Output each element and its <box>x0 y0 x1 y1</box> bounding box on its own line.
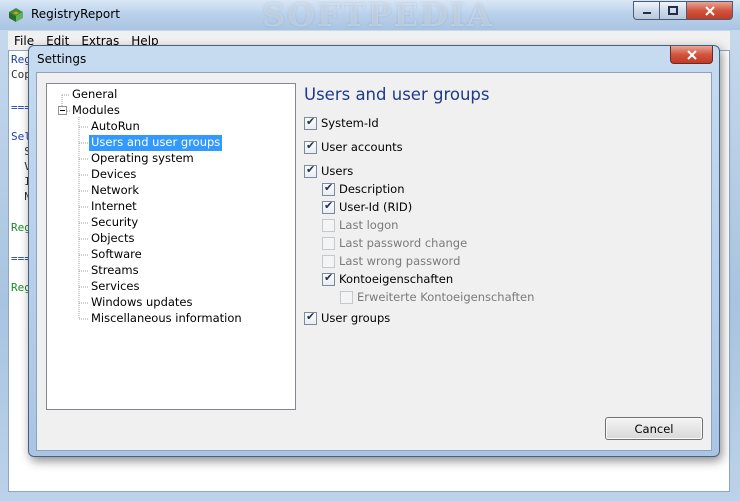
dialog-title-bar[interactable]: Settings <box>29 46 719 72</box>
tree-item-autorun[interactable]: AutoRun <box>89 119 142 135</box>
tree-connector-lines <box>61 94 88 320</box>
tree-item-operating-system[interactable]: Operating system <box>89 151 196 167</box>
option-user-id-rid[interactable]: User-Id (RID) <box>322 199 412 215</box>
tree-item-internet[interactable]: Internet <box>89 199 139 215</box>
option-label: Last wrong password <box>339 254 461 268</box>
option-users[interactable]: Users <box>304 163 353 179</box>
option-erweiterte-kontoeigenschaften[interactable]: Erweiterte Kontoeigenschaften <box>340 289 534 305</box>
dialog-body: General Modules AutoRun Users and user g… <box>36 72 712 451</box>
tree-item-miscellaneous-information[interactable]: Miscellaneous information <box>89 311 244 327</box>
checkbox[interactable] <box>304 115 317 130</box>
tree-item-general[interactable]: General <box>70 87 119 103</box>
option-description[interactable]: Description <box>322 181 405 197</box>
option-label: Erweiterte Kontoeigenschaften <box>357 290 535 304</box>
option-label: Kontoeigenschaften <box>339 272 454 286</box>
settings-dialog: Settings General Modules AutoRun Users a… <box>28 45 720 457</box>
tree-item-network[interactable]: Network <box>89 183 141 199</box>
close-icon <box>686 49 697 60</box>
tree-item-users-and-user-groups[interactable]: Users and user groups <box>89 135 223 151</box>
maximize-icon <box>668 5 678 15</box>
tree-item-modules[interactable]: Modules <box>70 103 122 119</box>
checkbox[interactable] <box>340 290 353 304</box>
option-last-logon[interactable]: Last logon <box>322 217 398 233</box>
tree-item-streams[interactable]: Streams <box>89 263 141 279</box>
checkbox[interactable] <box>304 310 317 325</box>
close-icon <box>704 5 715 16</box>
tree-item-services[interactable]: Services <box>89 279 142 295</box>
option-user-groups[interactable]: User groups <box>304 310 390 326</box>
option-label: Last password change <box>339 236 468 250</box>
main-window-title: RegistryReport <box>31 7 120 21</box>
checkbox[interactable] <box>322 199 335 214</box>
option-label: Last logon <box>339 218 399 232</box>
checkbox[interactable] <box>322 218 335 232</box>
checkbox[interactable] <box>304 163 317 178</box>
minimize-icon <box>642 11 651 14</box>
registry-report-app-icon <box>9 8 23 22</box>
option-label: Description <box>339 182 405 196</box>
option-user-accounts[interactable]: User accounts <box>304 139 403 155</box>
tree-item-windows-updates[interactable]: Windows updates <box>89 295 195 311</box>
settings-tree[interactable]: General Modules AutoRun Users and user g… <box>46 83 296 410</box>
checkbox[interactable] <box>322 254 335 268</box>
maximize-button[interactable] <box>660 1 687 20</box>
tree-item-devices[interactable]: Devices <box>89 167 138 183</box>
dialog-close-button[interactable] <box>670 46 713 64</box>
tree-item-objects[interactable]: Objects <box>89 231 136 247</box>
checkbox[interactable] <box>322 181 335 196</box>
checkbox[interactable] <box>322 236 335 250</box>
tree-item-security[interactable]: Security <box>89 215 140 231</box>
option-last-wrong-password[interactable]: Last wrong password <box>322 253 460 269</box>
option-label: User groups <box>321 311 391 325</box>
option-last-password-change[interactable]: Last password change <box>322 235 467 251</box>
option-label: Users <box>321 164 354 178</box>
checkbox[interactable] <box>304 139 317 154</box>
softpedia-watermark: SOFTPEDIA <box>262 0 494 34</box>
dialog-title: Settings <box>37 52 87 66</box>
panel-heading: Users and user groups <box>304 85 490 104</box>
modules-collapse-toggle[interactable] <box>58 106 67 115</box>
option-system-id[interactable]: System-Id <box>304 115 379 131</box>
main-title-bar[interactable]: RegistryReport SOFTPEDIA <box>0 0 740 34</box>
caption-buttons <box>633 1 733 20</box>
option-label: User accounts <box>321 140 403 154</box>
cancel-button[interactable]: Cancel <box>605 417 703 440</box>
option-label: System-Id <box>321 116 379 130</box>
tree-item-software[interactable]: Software <box>89 247 144 263</box>
option-kontoeigenschaften[interactable]: Kontoeigenschaften <box>322 271 453 287</box>
checkbox[interactable] <box>322 271 335 286</box>
option-label: User-Id (RID) <box>339 200 413 214</box>
minimize-button[interactable] <box>633 1 660 20</box>
close-window-button[interactable] <box>687 1 733 20</box>
